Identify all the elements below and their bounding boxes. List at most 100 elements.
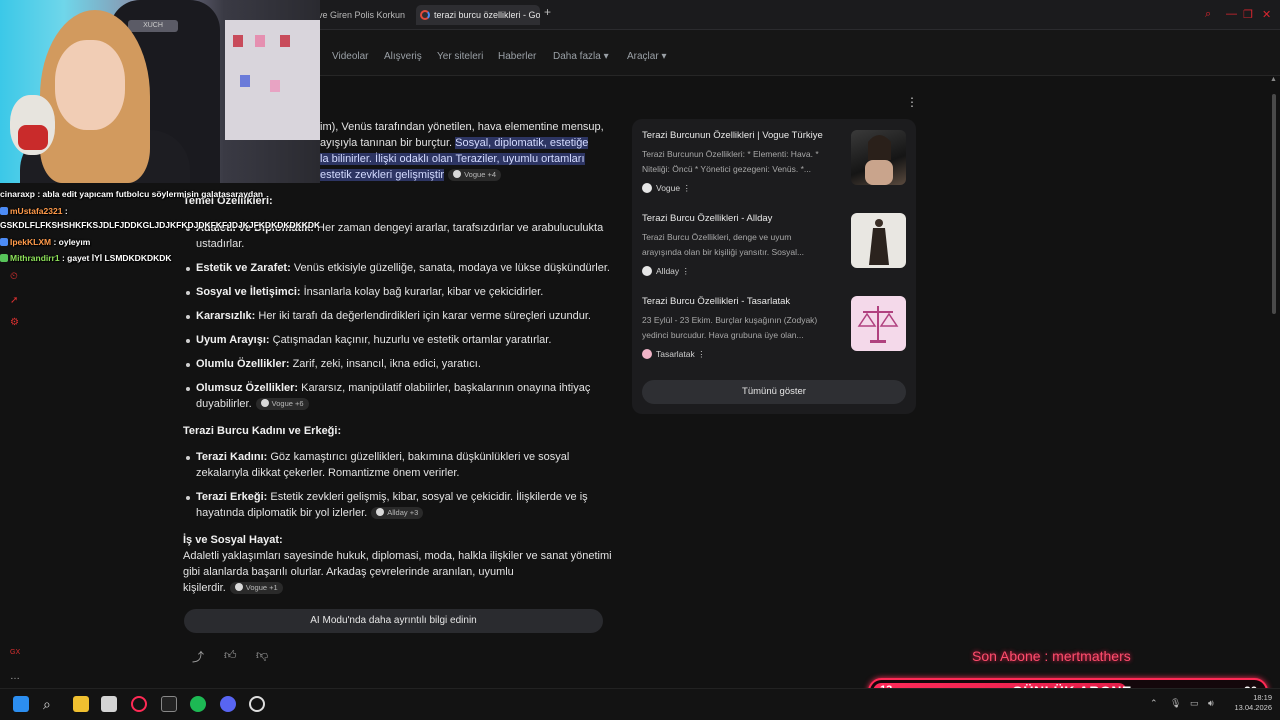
source-title[interactable]: Terazi Burcu Özellikleri - Allday (642, 213, 772, 224)
gender-item-cont: hayatında diplomatik bir yol izlerler. Al… (196, 505, 424, 521)
minimize-icon[interactable]: — (1226, 8, 1237, 20)
clock-time: 18:19 (1253, 693, 1272, 702)
clock-date: 13.04.2026 (1234, 703, 1272, 712)
source-desc-line: Niteliği: Öncü * Yönetici gezegeni: Venü… (642, 164, 811, 174)
show-all-button[interactable]: Tümünü göster (642, 380, 906, 404)
fashion-image (869, 219, 889, 265)
citation-chip[interactable]: Vogue +6 (255, 398, 309, 410)
bullet (186, 267, 190, 271)
settings-icon[interactable]: ⚙ (10, 317, 19, 328)
share-icon[interactable]: ⤴ (192, 648, 204, 665)
scroll-up-icon[interactable]: ▲ (1270, 76, 1277, 83)
highlighted-text: la bilinirler. İlişki odaklı olan Terazi… (320, 153, 585, 165)
chat-message: mUstafa2321 : (0, 206, 68, 216)
spotify-icon[interactable] (190, 696, 206, 712)
more-options-icon[interactable]: ⋮ (906, 95, 918, 109)
nav-more[interactable]: Daha fazla ▾ (553, 51, 609, 62)
search-icon[interactable]: ⌕ (43, 696, 59, 712)
more-options-icon[interactable]: ⋮ (697, 349, 706, 359)
chat-text: : (62, 206, 68, 216)
source-thumbnail[interactable] (851, 296, 906, 351)
nav-places[interactable]: Yer siteleri (437, 51, 483, 62)
search-icon[interactable]: ⌕ (1205, 8, 1211, 21)
highlighted-text: estetik zevkleri gelişmiştir (320, 169, 445, 181)
source-title[interactable]: Terazi Burcunun Özellikleri | Vogue Türk… (642, 130, 823, 141)
chat-badge-icon (0, 238, 8, 246)
chat-user: mUstafa2321 (10, 206, 63, 216)
nav-shopping[interactable]: Alışveriş (384, 51, 422, 62)
nav-tools[interactable]: Araçlar ▾ (627, 51, 667, 62)
share-arrow-icon[interactable]: ➚ (10, 295, 18, 306)
chat-text: : abla edit yapıcam futbolcu söylermisin… (34, 189, 264, 199)
source-desc-line: yedinci burcudur. Hava grubuna üye olan.… (642, 330, 804, 340)
chat-badge-icon (0, 254, 8, 262)
history-icon[interactable]: ⏲ (10, 271, 18, 282)
thumbs-down-icon[interactable]: 👎︎ (256, 648, 268, 663)
trait-text: İnsanlarla kolay bağ kurarlar, kibar ve … (300, 286, 544, 298)
overview-intro-line2: ayışıyla tanınan bir burçtur. Sosyal, di… (320, 135, 589, 151)
source-card[interactable]: Terazi Burcunun Özellikleri | Vogue Türk… (642, 130, 910, 200)
gender-title: Terazi Erkeği: (196, 491, 268, 503)
app-icon[interactable] (101, 696, 117, 712)
scrollbar-thumb[interactable] (1272, 94, 1276, 314)
file-explorer-icon[interactable] (73, 696, 89, 712)
allday-icon (376, 508, 385, 516)
discord-icon[interactable] (220, 696, 236, 712)
windows-start-icon[interactable] (13, 696, 29, 712)
chat-message: IpekKLXM : oyleyım (0, 237, 90, 247)
trait-item: Estetik ve Zarafet: Venüs etkisiyle güze… (196, 260, 610, 276)
citation-label: Vogue +4 (464, 170, 497, 179)
volume-icon[interactable]: 🔊︎ (1208, 698, 1214, 709)
citation-chip[interactable]: Vogue +1 (229, 582, 283, 594)
sources-panel: Terazi Burcunun Özellikleri | Vogue Türk… (632, 119, 916, 414)
trait-text: Kararsız, manipülatif olabilirler, başka… (298, 382, 591, 394)
nav-videos[interactable]: Videolar (332, 51, 369, 62)
tab-google-search[interactable]: terazi burcu özellikleri - Go (416, 5, 540, 25)
source-desc-line: arayışında olan bir kişiliği yansıtır. S… (642, 247, 805, 257)
gx-icon[interactable]: GX (10, 649, 20, 656)
microphone-icon[interactable]: 🎙︎ (1170, 698, 1181, 709)
trait-text: Venüs etkisiyle güzelliğe, sanata, moday… (290, 262, 610, 274)
work-text: kişilerdir. Vogue +1 (183, 580, 283, 596)
source-thumbnail[interactable] (851, 213, 906, 268)
source-card[interactable]: Terazi Burcu Özellikleri - Tasarlatak 23… (642, 296, 910, 366)
chevron-up-icon[interactable]: ⌃ (1150, 698, 1158, 709)
source-desc: 23 Eylül - 23 Ekim. Burçlar kuşağının (Z… (642, 313, 837, 343)
network-icon[interactable]: ▭ (1190, 698, 1199, 709)
more-options-icon[interactable]: ⋮ (682, 266, 691, 276)
citation-chip[interactable]: Allday +3 (371, 507, 424, 519)
close-icon[interactable]: ✕ (1262, 8, 1271, 21)
audio-app-icon[interactable] (161, 696, 177, 712)
page-scrollbar[interactable]: ▲ (1270, 76, 1278, 686)
thumbs-up-icon[interactable]: 👍︎ (224, 648, 237, 663)
source-thumbnail[interactable] (851, 130, 906, 185)
app-icon[interactable] (249, 696, 265, 712)
new-tab-button[interactable]: + (544, 5, 551, 19)
trait-text: Her zaman dengeyi ararlar, tarafsızdırla… (313, 222, 604, 234)
bullet (186, 456, 190, 460)
work-text: gibi alanlarda başarılı olurlar. Arkadaş… (183, 566, 514, 578)
tab-police-video[interactable]: ve Giren Polis Korkun (318, 5, 410, 25)
bullet (186, 363, 190, 367)
citation-chip[interactable]: Vogue +4 (448, 169, 502, 181)
more-icon[interactable]: … (10, 671, 20, 682)
vogue-icon (234, 583, 243, 591)
source-site-name: Vogue (656, 183, 681, 193)
overview-intro-text: ayışıyla tanınan bir burçtur. (320, 137, 456, 149)
nav-news[interactable]: Haberler (498, 51, 536, 62)
opera-gx-icon[interactable] (131, 696, 147, 712)
vogue-icon (642, 183, 652, 193)
highlighted-text: Sosyal, diplomatik, estetiğe (455, 137, 589, 149)
trait-item: Olumsuz Özellikler: Kararsız, manipülati… (196, 380, 590, 396)
chat-user: Mithrandirr1 (10, 253, 60, 263)
ai-mode-button[interactable]: AI Modu'nda daha ayrıntılı bilgi edinin (184, 609, 603, 633)
more-options-icon[interactable]: ⋮ (683, 183, 692, 193)
chat-user: cinaraxp (0, 189, 35, 199)
source-card[interactable]: Terazi Burcu Özellikleri - Allday Terazi… (642, 213, 910, 283)
tasarlatak-icon (642, 349, 652, 359)
maximize-icon[interactable]: ❐ (1243, 8, 1253, 21)
bullet (186, 291, 190, 295)
source-site: Allday ⋮ (642, 266, 690, 277)
system-clock[interactable]: 18:19 13.04.2026 (1226, 693, 1272, 713)
source-title[interactable]: Terazi Burcu Özellikleri - Tasarlatak (642, 296, 790, 307)
